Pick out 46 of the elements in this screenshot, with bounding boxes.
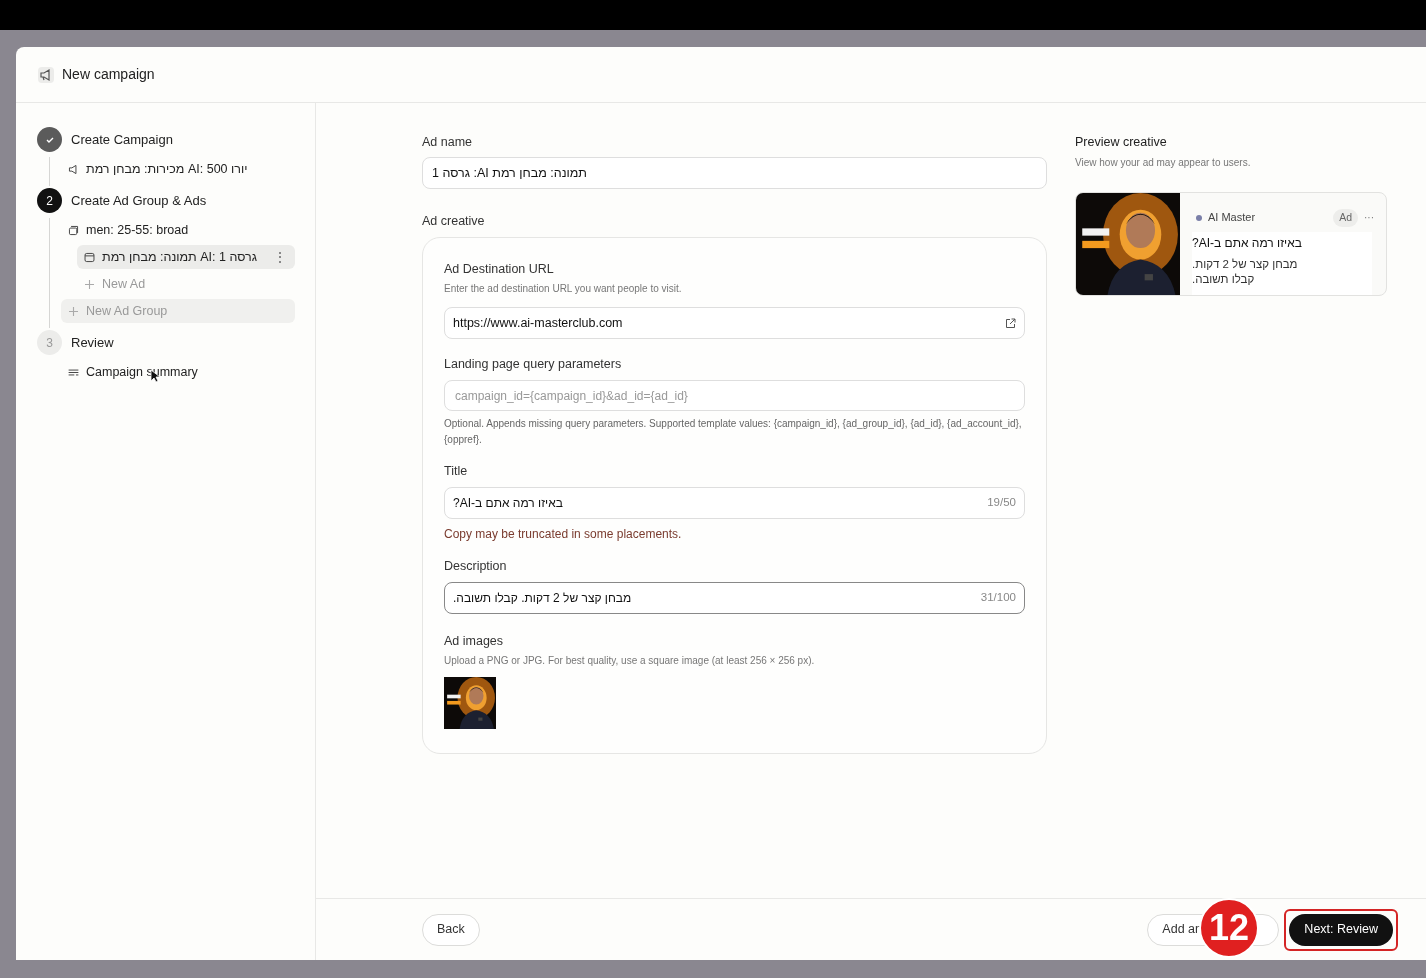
section-title: Preview creative	[1075, 134, 1168, 151]
warning-text: Copy may be truncated in some placements.	[444, 525, 683, 543]
step-title[interactable]: Create Campaign	[71, 129, 173, 150]
more-icon[interactable]: ···	[1364, 210, 1374, 226]
ad-badge: Ad	[1333, 208, 1358, 227]
advertiser-name: AI Master	[1208, 210, 1256, 226]
field-label: Landing page query parameters	[444, 356, 623, 374]
window-title: New campaign	[62, 65, 155, 84]
ad-name-field[interactable]: תמונה: מבחן רמת AI: גרסה 1	[422, 156, 1047, 189]
character-count: 19/50	[987, 495, 1016, 511]
step-title[interactable]: Create Ad Group & Ads	[71, 190, 207, 211]
ad-body: מבחן קצר של 2 דקות. קבלו תשובה.	[1192, 256, 1299, 287]
help-text: Optional. Appends missing query parameters. Supported template values: {campaign_id}, {ad_group_id}, {ad_id}, {ad_account_id}, {oppref}.	[444, 417, 1023, 447]
field-hint: Upload a PNG or JPG. For best quality, use a square image (at least 256 × 256 px).	[444, 654, 816, 669]
step-title[interactable]: Review	[71, 332, 114, 353]
megaphone-icon	[38, 66, 54, 83]
tree-item[interactable]: Campaign summary	[61, 360, 295, 384]
ad-headline: באיזו רמה אתם ב-AI?	[1192, 234, 1303, 252]
external-link-icon[interactable]	[1005, 317, 1016, 329]
step-number-badge: 12	[1199, 898, 1259, 958]
field-hint: Enter the ad destination URL you want people to visit.	[444, 282, 683, 297]
plus-icon	[69, 306, 78, 316]
step-number: 2	[37, 188, 62, 213]
query-field[interactable]: campaign_id={campaign_id}&ad_id={ad_id}	[444, 380, 1025, 411]
field-label: Ad creative	[422, 212, 486, 230]
field-label: Ad images	[444, 632, 505, 650]
plus-icon	[85, 279, 94, 289]
check-icon	[37, 127, 62, 152]
back-button[interactable]: Back	[422, 913, 480, 946]
field-label: Ad name	[422, 134, 474, 151]
tree-item[interactable]: מכירות: מבחן רמת AI: 500 יורו	[61, 157, 295, 181]
megaphone-icon	[67, 162, 80, 176]
field-label: Ad Destination URL	[444, 260, 555, 278]
character-count: 31/100	[980, 589, 1016, 605]
url-field[interactable]: https://www.ai-masterclub.com	[444, 307, 1025, 340]
step-number: 3	[37, 330, 62, 355]
stacked-cards-icon	[67, 223, 80, 237]
next-button[interactable]: Next: Review	[1289, 913, 1393, 946]
tree-item[interactable]: men: 25-55: broad	[61, 218, 295, 242]
field-label: Title	[444, 463, 469, 480]
tree-item[interactable]: תמונה: מבחן רמת AI: גרסה 1 ⋮	[77, 245, 295, 269]
section-subtitle: View how your ad may appear to users.	[1075, 155, 1252, 170]
field-label: Description	[444, 557, 508, 575]
image-card-icon	[83, 250, 96, 264]
avatar-icon	[1196, 214, 1202, 221]
more-icon[interactable]: ⋮	[273, 250, 289, 264]
